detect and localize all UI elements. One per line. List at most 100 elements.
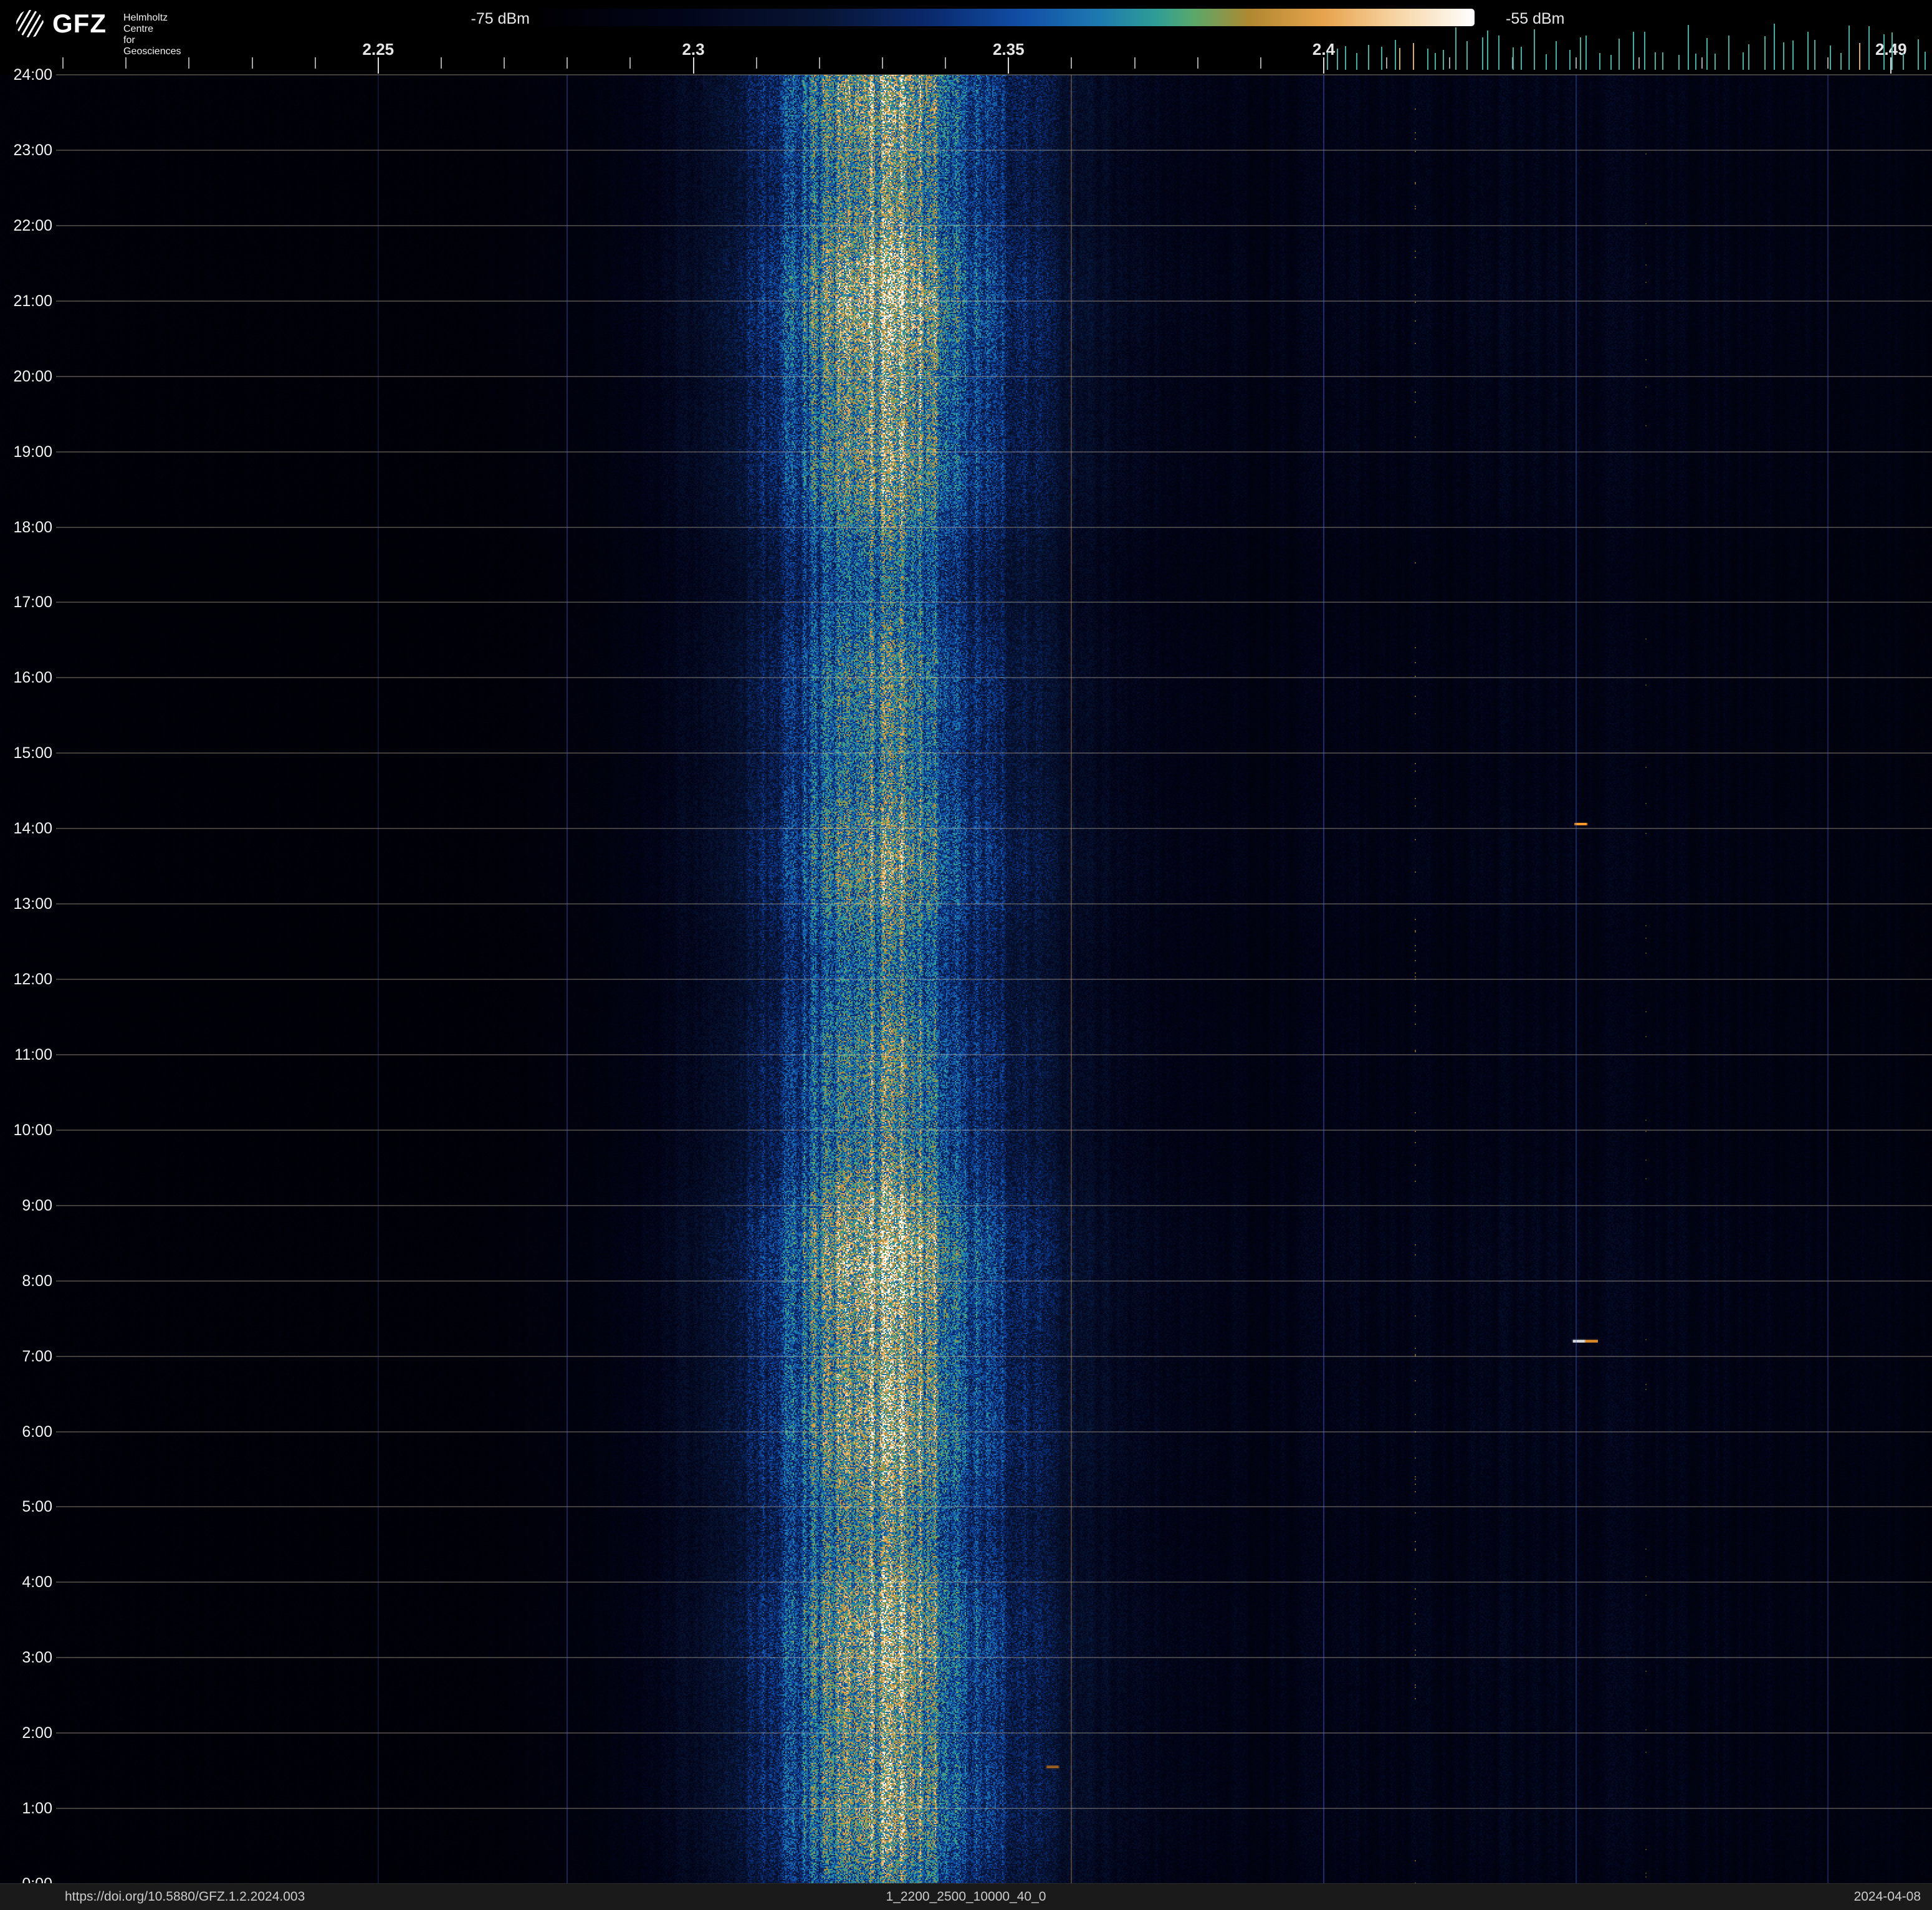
colorbar-min-label: -75 dBm bbox=[471, 10, 530, 27]
hour-gridline bbox=[56, 74, 1932, 75]
hour-gridline bbox=[56, 752, 1932, 754]
channel-marker-tick bbox=[1380, 46, 1382, 70]
freq-minor-tick bbox=[251, 57, 253, 69]
channel-marker-tick bbox=[1748, 44, 1749, 70]
hour-gridline bbox=[56, 1280, 1932, 1282]
channel-marker-tick bbox=[1678, 54, 1680, 70]
time-tick-label: 21:00 bbox=[13, 292, 52, 310]
hour-gridline bbox=[56, 451, 1932, 453]
time-tick-label: 6:00 bbox=[22, 1423, 52, 1441]
channel-marker-tick bbox=[1521, 47, 1523, 70]
channel-marker-tick bbox=[1783, 42, 1785, 70]
hour-gridline bbox=[56, 224, 1932, 226]
hour-gridline bbox=[56, 1204, 1932, 1206]
channel-marker-tick bbox=[1688, 24, 1690, 70]
channel-marker-tick bbox=[1840, 53, 1842, 70]
waterfall-plot: 24:00 23:00 22:00 21:00 20:00 19:00 18:00 17:00… bbox=[0, 66, 1932, 1893]
time-tick-label: 7:00 bbox=[22, 1347, 52, 1365]
time-tick-label: 19:00 bbox=[13, 443, 52, 461]
freq-minor-tick bbox=[1008, 57, 1010, 69]
hour-gridline bbox=[56, 1129, 1932, 1131]
time-tick-label: 22:00 bbox=[13, 216, 52, 234]
hour-gridline bbox=[56, 1506, 1932, 1508]
time-tick-label: 13:00 bbox=[13, 895, 52, 913]
channel-marker-tick bbox=[1644, 31, 1646, 70]
channel-marker-tick bbox=[1662, 52, 1663, 70]
channel-marker-tick bbox=[1868, 26, 1870, 70]
freq-minor-tick bbox=[1322, 57, 1324, 69]
time-tick-label: 12:00 bbox=[13, 971, 52, 988]
freq-minor-tick bbox=[1638, 57, 1640, 69]
date-label: 2024-04-08 bbox=[1853, 1889, 1921, 1904]
hour-gridline bbox=[56, 1808, 1932, 1810]
hour-gridline bbox=[56, 375, 1932, 377]
hour-gridline bbox=[56, 300, 1932, 302]
dataset-id: 1_2200_2500_10000_40_0 bbox=[886, 1889, 1046, 1904]
time-tick-label: 15:00 bbox=[13, 744, 52, 762]
freq-minor-tick bbox=[945, 57, 947, 69]
hour-gridline bbox=[56, 1581, 1932, 1583]
freq-gridline bbox=[567, 75, 568, 1884]
channel-marker-tick bbox=[1585, 35, 1587, 70]
freq-minor-tick bbox=[755, 57, 757, 69]
freq-minor-tick bbox=[314, 57, 316, 69]
channel-marker-tick bbox=[1764, 36, 1766, 70]
time-tick-label: 14:00 bbox=[13, 820, 52, 838]
freq-minor-tick bbox=[188, 57, 190, 69]
freq-minor-tick bbox=[377, 57, 379, 69]
time-tick-label: 8:00 bbox=[22, 1272, 52, 1290]
time-tick-label: 11:00 bbox=[14, 1045, 52, 1063]
channel-marker-tick bbox=[1858, 42, 1860, 70]
footer-bar: https://doi.org/10.5880/GFZ.1.2.2024.003… bbox=[0, 1883, 1932, 1910]
time-tick-label: 16:00 bbox=[13, 669, 52, 687]
channel-marker-tick bbox=[1555, 41, 1557, 70]
hour-gridline bbox=[56, 1732, 1932, 1734]
hour-gridline bbox=[56, 526, 1932, 528]
channel-marker-tick bbox=[1367, 45, 1369, 70]
doi-link[interactable]: https://doi.org/10.5880/GFZ.1.2.2024.003 bbox=[65, 1889, 305, 1904]
channel-marker-tick bbox=[1455, 27, 1457, 70]
channel-marker-tick bbox=[1442, 50, 1444, 70]
channel-marker-tick bbox=[1336, 49, 1338, 70]
hour-gridline bbox=[56, 1053, 1932, 1055]
freq-minor-tick bbox=[1134, 57, 1136, 69]
channel-marker-tick bbox=[1924, 51, 1926, 70]
freq-minor-tick bbox=[504, 57, 505, 69]
freq-gridline bbox=[1827, 75, 1829, 1884]
hour-gridline bbox=[56, 677, 1932, 679]
freq-minor-tick bbox=[440, 57, 442, 69]
freq-minor-tick bbox=[1701, 57, 1703, 69]
colorbar-max-label: -55 dBm bbox=[1506, 10, 1565, 27]
channel-marker-tick bbox=[1435, 52, 1437, 70]
channel-marker-tick bbox=[1632, 31, 1634, 70]
channel-marker-tick bbox=[1412, 42, 1414, 70]
channel-marker-tick bbox=[1345, 46, 1347, 70]
channel-marker-tick bbox=[1327, 52, 1329, 70]
time-tick-label: 17:00 bbox=[13, 593, 52, 612]
time-tick-label: 9:00 bbox=[22, 1196, 52, 1214]
time-tick-label: 24:00 bbox=[13, 66, 52, 84]
freq-gridline bbox=[1071, 75, 1073, 1884]
spectrogram-page: GFZ Helmholtz Centre for Geosciences -75… bbox=[0, 0, 1932, 1910]
channel-marker-tick bbox=[1481, 37, 1483, 70]
freq-minor-tick bbox=[1071, 57, 1073, 69]
logo-subtitle: Helmholtz Centre for Geosciences bbox=[123, 12, 181, 57]
channel-marker-tick bbox=[1848, 25, 1850, 70]
freq-minor-tick bbox=[1827, 57, 1829, 69]
time-tick-label: 18:00 bbox=[13, 518, 52, 536]
channel-marker-tick bbox=[1546, 54, 1547, 70]
channel-marker-tick bbox=[1569, 50, 1571, 70]
hour-gridline bbox=[56, 903, 1932, 905]
time-tick-label: 10:00 bbox=[13, 1121, 52, 1139]
channel-marker-tick bbox=[1427, 48, 1429, 70]
time-tick-label: 1:00 bbox=[22, 1800, 52, 1818]
channel-marker-tick bbox=[1512, 47, 1514, 70]
freq-minor-tick bbox=[62, 57, 64, 69]
freq-minor-tick bbox=[125, 57, 127, 69]
time-tick-label: 4:00 bbox=[22, 1573, 52, 1591]
channel-marker-tick bbox=[1356, 52, 1358, 70]
freq-minor-tick bbox=[1575, 57, 1577, 69]
logo-subtitle-line2: for Geosciences bbox=[123, 35, 181, 57]
freq-minor-tick bbox=[1449, 57, 1451, 69]
freq-tick-label: 2.25 bbox=[362, 40, 395, 59]
